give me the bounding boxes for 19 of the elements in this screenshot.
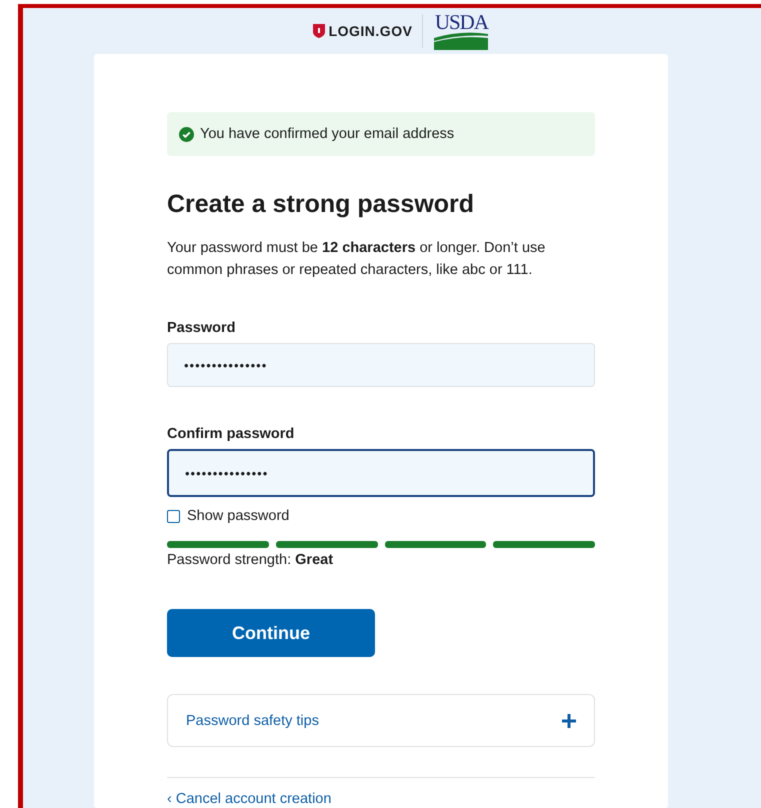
field-label: Password	[167, 320, 236, 336]
accordion-button[interactable]: Password safety tips	[167, 694, 595, 747]
checkbox[interactable]	[167, 510, 180, 522]
cancel-link[interactable]: ‹ Cancel account creation	[167, 791, 332, 807]
password-field[interactable]: •••••••••••••••	[167, 449, 595, 497]
intro-text: Your password must be 12 characters or longer. Don’t use common phrases or repeated characters, like abc or 111.	[167, 239, 546, 280]
field-icon	[434, 32, 488, 50]
plus-icon	[562, 714, 576, 728]
continue-button[interactable]: Continue	[167, 609, 375, 657]
alert-text: You have confirmed your email address	[200, 126, 454, 142]
password-field[interactable]: •••••••••••••••	[167, 343, 595, 387]
usda-logo-text: USDA	[434, 12, 488, 32]
shield-icon	[312, 24, 325, 38]
check-circle-icon	[179, 126, 194, 142]
field-label: Confirm password	[167, 426, 296, 442]
strength-text: Password strength: Great	[167, 552, 334, 568]
page-title: Create a strong password	[167, 190, 476, 219]
checkbox-label: Show password	[187, 508, 290, 524]
login-gov-logo: LOGIN.GOV	[312, 23, 412, 39]
